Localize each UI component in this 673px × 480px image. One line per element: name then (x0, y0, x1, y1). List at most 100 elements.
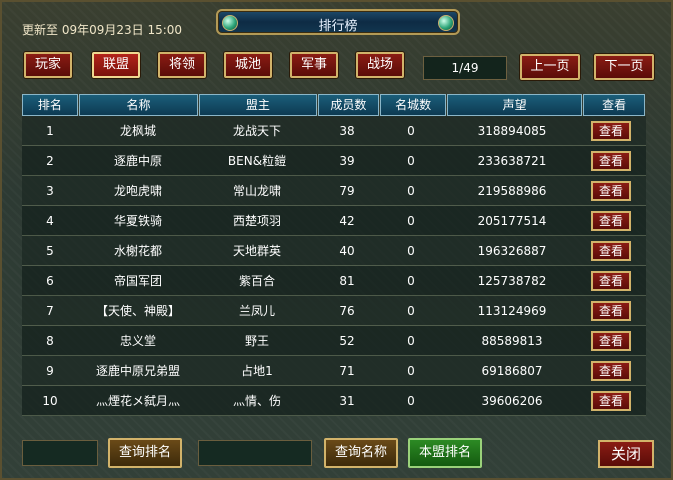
close-button[interactable]: 关闭 (598, 440, 654, 468)
rank-cell: 5 (46, 243, 54, 258)
tab-military[interactable]: 军事 (290, 52, 338, 78)
members-cell: 42 (339, 213, 355, 228)
leader-cell: 兰凤儿 (238, 304, 275, 318)
members-cell: 38 (339, 123, 355, 138)
members-cell: 76 (339, 303, 355, 318)
my-alliance-rank-button[interactable]: 本盟排名 (408, 438, 482, 468)
members-cell: 71 (339, 363, 355, 378)
table-row: 7 【天使、神殿】 兰凤儿 76 0 113124969 查看 (22, 296, 646, 326)
view-cell: 查看 (580, 270, 642, 291)
leader-cell: 龙战天下 (232, 124, 281, 138)
view-button[interactable]: 查看 (591, 330, 631, 351)
leader-cell: 紫百合 (238, 274, 275, 288)
cities-cell: 0 (407, 273, 415, 288)
query-rank-button[interactable]: 查询排名 (108, 438, 182, 468)
col-view: 查看 (583, 94, 646, 116)
cities-cell: 0 (407, 153, 415, 168)
view-button[interactable]: 查看 (591, 390, 631, 411)
view-button[interactable]: 查看 (591, 360, 631, 381)
page-indicator: 1/49 (423, 56, 507, 80)
members-cell: 40 (339, 243, 355, 258)
table-row: 8 忠义堂 野王 52 0 88589813 查看 (22, 326, 646, 356)
view-button[interactable]: 查看 (591, 120, 631, 141)
table-row: 6 帝国军团 紫百合 81 0 125738782 查看 (22, 266, 646, 296)
cities-cell: 0 (407, 303, 415, 318)
name-cell: 逐鹿中原兄弟盟 (95, 364, 180, 378)
cities-cell: 0 (407, 363, 415, 378)
table-row: 9 逐鹿中原兄弟盟 占地1 71 0 69186807 查看 (22, 356, 646, 386)
ranking-window: 更新至 09年09月23日 15:00 排行榜 玩家 联盟 将领 城池 军事 战… (0, 0, 673, 480)
col-rank: 排名 (22, 94, 78, 116)
view-button[interactable]: 查看 (591, 240, 631, 261)
prestige-cell: 318894085 (477, 123, 547, 138)
rank-cell: 6 (46, 273, 54, 288)
prestige-cell: 233638721 (477, 153, 547, 168)
rank-cell: 2 (46, 153, 54, 168)
table-row: 1 龙枫城 龙战天下 38 0 318894085 查看 (22, 116, 646, 146)
view-cell: 查看 (580, 240, 642, 261)
prestige-cell: 69186807 (481, 363, 543, 378)
view-cell: 查看 (580, 210, 642, 231)
table-body: 1 龙枫城 龙战天下 38 0 318894085 查看 2 逐鹿中原 BEN&粒鎧 39 0 233… (22, 116, 646, 416)
name-cell: 灬煙花メ弑月灬 (95, 394, 180, 408)
members-cell: 79 (339, 183, 355, 198)
prev-page-button[interactable]: 上一页 (520, 54, 580, 80)
view-button[interactable]: 查看 (591, 270, 631, 291)
view-button[interactable]: 查看 (591, 180, 631, 201)
cities-cell: 0 (407, 243, 415, 258)
view-button[interactable]: 查看 (591, 300, 631, 321)
cities-cell: 0 (407, 393, 415, 408)
rank-cell: 7 (46, 303, 54, 318)
name-cell: 帝国军团 (113, 274, 162, 288)
leader-cell: 西楚项羽 (232, 214, 281, 228)
view-cell: 查看 (580, 390, 642, 411)
title-bar: 排行榜 (216, 9, 460, 35)
name-cell: 忠义堂 (119, 334, 156, 348)
query-name-button[interactable]: 查询名称 (324, 438, 398, 468)
rank-cell: 1 (46, 123, 54, 138)
members-cell: 31 (339, 393, 355, 408)
name-cell: 【天使、神殿】 (95, 304, 180, 318)
prestige-cell: 219588986 (477, 183, 547, 198)
view-cell: 查看 (580, 330, 642, 351)
view-button[interactable]: 查看 (591, 210, 631, 231)
rank-search-input[interactable] (22, 440, 98, 466)
rank-cell: 9 (46, 363, 54, 378)
name-search-input[interactable] (198, 440, 312, 466)
members-cell: 39 (339, 153, 355, 168)
window-title: 排行榜 (318, 19, 358, 34)
view-cell: 查看 (580, 300, 642, 321)
table-row: 5 水榭花都 天地群英 40 0 196326887 查看 (22, 236, 646, 266)
rank-cell: 3 (46, 183, 54, 198)
members-cell: 81 (339, 273, 355, 288)
update-time: 更新至 09年09月23日 15:00 (22, 23, 183, 37)
rank-cell: 4 (46, 213, 54, 228)
leader-cell: BEN&粒鎧 (227, 154, 287, 168)
prestige-cell: 39606206 (481, 393, 543, 408)
tab-battlefield[interactable]: 战场 (356, 52, 404, 78)
name-cell: 龙枫城 (119, 124, 156, 138)
next-page-button[interactable]: 下一页 (594, 54, 654, 80)
tab-generals[interactable]: 将领 (158, 52, 206, 78)
tab-cities[interactable]: 城池 (224, 52, 272, 78)
view-cell: 查看 (580, 150, 642, 171)
view-cell: 查看 (580, 180, 642, 201)
prestige-cell: 205177514 (477, 213, 547, 228)
prestige-cell: 125738782 (477, 273, 547, 288)
view-cell: 查看 (580, 360, 642, 381)
name-cell: 逐鹿中原 (113, 154, 162, 168)
prestige-cell: 88589813 (481, 333, 543, 348)
leader-cell: 天地群英 (232, 244, 281, 258)
cities-cell: 0 (407, 123, 415, 138)
col-members: 成员数 (317, 94, 380, 116)
view-button[interactable]: 查看 (591, 150, 631, 171)
col-leader: 盟主 (199, 94, 317, 116)
tab-alliances[interactable]: 联盟 (92, 52, 140, 78)
col-cities: 名城数 (380, 94, 446, 116)
table-row: 3 龙咆虎啸 常山龙啸 79 0 219588986 查看 (22, 176, 646, 206)
leader-cell: 占地1 (241, 364, 273, 378)
name-cell: 华夏铁骑 (113, 214, 162, 228)
view-cell: 查看 (580, 120, 642, 141)
rank-cell: 8 (46, 333, 54, 348)
tab-players[interactable]: 玩家 (24, 52, 72, 78)
